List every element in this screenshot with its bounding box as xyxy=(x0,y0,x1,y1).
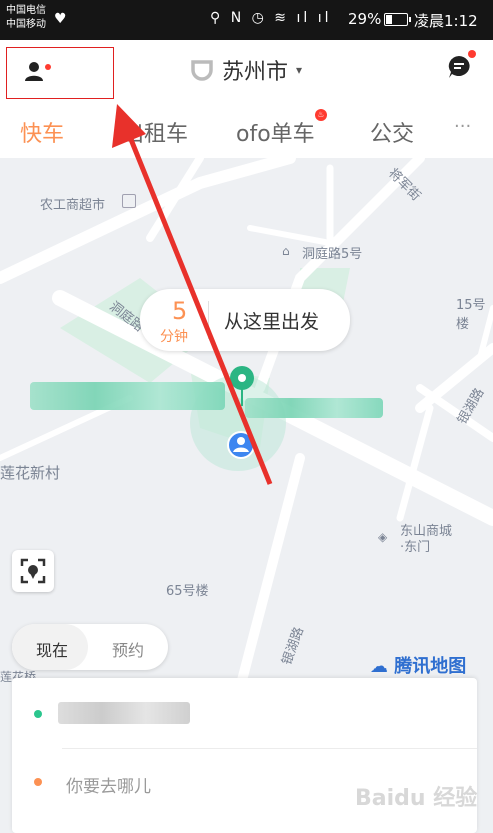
more-tabs-icon[interactable]: ··· xyxy=(454,116,471,137)
chevron-down-icon: ▾ xyxy=(296,63,303,77)
shop-icon xyxy=(122,194,136,208)
map-brand: ☁ 腾讯地图 xyxy=(370,652,466,678)
tab-taxi[interactable]: 出租车 xyxy=(122,116,188,148)
app-header: 苏州市 ▾ xyxy=(0,40,493,102)
blurred-label xyxy=(30,382,225,410)
poi-dongting5: 洞庭路5号 xyxy=(302,247,363,262)
tencent-map-logo-icon: ☁ xyxy=(370,656,388,677)
origin-dot-icon xyxy=(34,710,42,718)
time-selector: 现在 预约 xyxy=(12,624,168,670)
shop-icon: ◈ xyxy=(378,530,388,544)
carrier-1: 中国电信 xyxy=(6,5,46,16)
carrier-2: 中国移动 xyxy=(6,19,46,30)
city-name: 苏州市 xyxy=(222,60,289,85)
home-icon: ⌂ xyxy=(282,244,290,258)
time-reserve-option[interactable]: 预约 xyxy=(112,637,144,661)
watermark: Baidu 经验 xyxy=(355,786,478,811)
map-brand-name: 腾讯地图 xyxy=(394,656,467,677)
system-status-icons: ⚲ N ◷ ≋ ıl ıl xyxy=(210,10,332,26)
battery-icon xyxy=(384,13,411,26)
building-65: 65号楼 xyxy=(166,584,209,599)
clock: 凌晨1:12 xyxy=(414,12,478,30)
pickup-text: 从这里出发 xyxy=(224,311,320,333)
pickup-bubble[interactable]: 5 分钟 从这里出发 xyxy=(140,289,350,351)
destination-input[interactable]: 你要去哪儿 xyxy=(66,772,151,797)
origin-input[interactable] xyxy=(58,702,190,724)
tab-express[interactable]: 快车 xyxy=(20,116,64,148)
divider xyxy=(208,301,209,339)
divider xyxy=(62,748,477,749)
user-icon xyxy=(25,62,43,81)
notification-dot xyxy=(45,64,51,70)
poi-dongshan-gate: ·东门 xyxy=(400,540,431,555)
pickup-pin-icon xyxy=(230,366,254,406)
blurred-label xyxy=(245,398,383,418)
heart-rate-icon: ♥ xyxy=(54,11,67,27)
poi-supermarket: 农工商超市 xyxy=(40,198,106,213)
map-view[interactable]: 农工商超市 ⌂ 洞庭路5号 洞庭路 将军街 15号楼 银湖路 莲花新村 ◈ 东山… xyxy=(0,158,493,688)
eta-number: 5 xyxy=(172,297,188,325)
message-badge xyxy=(468,50,476,58)
area-lianhua: 莲花新村 xyxy=(0,464,61,482)
status-bar: 中国电信 中国移动 ♥ ⚲ N ◷ ≋ ıl ıl 29% 凌晨1:12 xyxy=(0,0,493,40)
tab-ofo[interactable]: ofo单车 xyxy=(236,116,315,148)
service-tabs: 快车 出租车 ofo单车 ♨ 公交 ··· xyxy=(0,102,493,159)
message-icon[interactable] xyxy=(446,54,472,80)
user-center-button[interactable] xyxy=(6,47,114,99)
city-selector[interactable]: 苏州市 ▾ xyxy=(190,54,302,86)
building-15: 15号楼 xyxy=(456,298,486,332)
map-roads xyxy=(0,158,493,688)
didi-logo-icon xyxy=(191,60,213,81)
eta-unit: 分钟 xyxy=(160,329,188,345)
fire-icon: ♨ xyxy=(315,109,327,121)
locate-icon xyxy=(20,558,46,584)
destination-dot-icon xyxy=(34,778,42,786)
didi-home-screen: 中国电信 中国移动 ♥ ⚲ N ◷ ≋ ıl ıl 29% 凌晨1:12 苏州市… xyxy=(0,0,493,833)
locate-button[interactable] xyxy=(12,550,54,592)
carrier-info: 中国电信 中国移动 xyxy=(6,4,46,32)
my-location-icon xyxy=(227,431,255,459)
tab-bus[interactable]: 公交 xyxy=(370,116,414,148)
time-now-option[interactable]: 现在 xyxy=(36,637,68,661)
battery-percent: 29% xyxy=(348,10,382,28)
